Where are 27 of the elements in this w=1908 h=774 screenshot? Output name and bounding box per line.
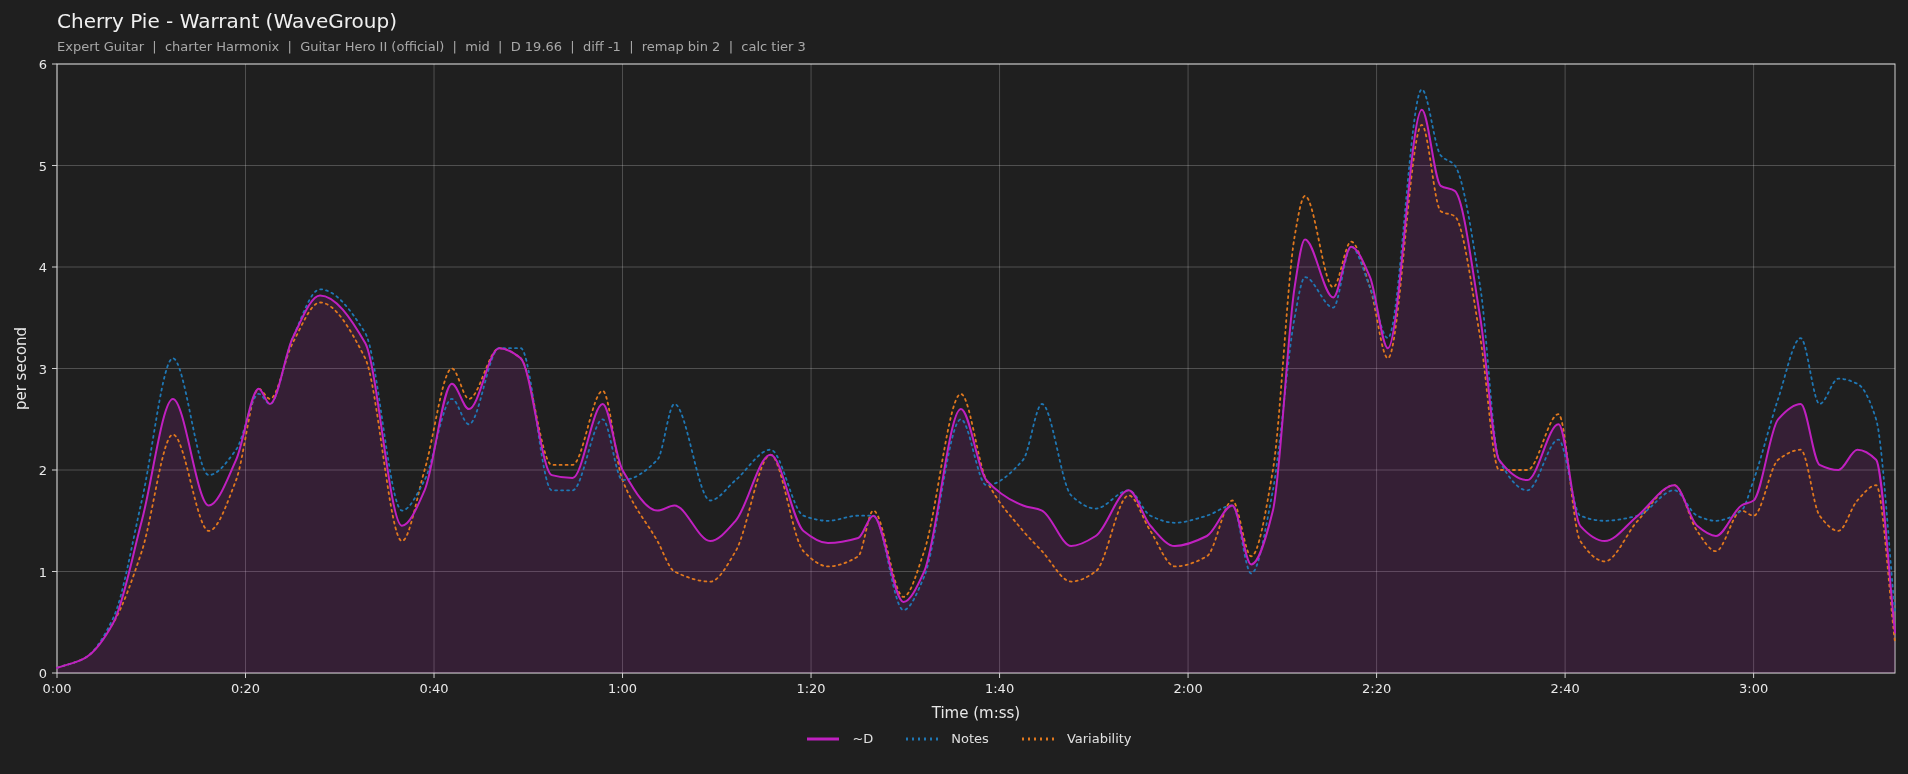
legend-label: ~D	[852, 730, 874, 748]
tick-label: 1:40	[984, 681, 1015, 696]
legend-line-icon	[905, 736, 940, 741]
tick-label: 4	[38, 260, 47, 275]
tick-label: 2:40	[1550, 681, 1580, 696]
tick-label: 0:00	[42, 681, 72, 696]
tick-label: 0	[38, 666, 47, 681]
tick-label: 0:20	[230, 681, 261, 696]
axis-title: Time (m:ss)	[931, 704, 1021, 722]
tick-label: 1	[38, 564, 47, 580]
tick-label: 2	[38, 463, 47, 478]
tick-label: 2:00	[1173, 681, 1203, 696]
legend-label: Variability	[1066, 730, 1132, 748]
tick-label: 3	[38, 361, 47, 377]
tick-label: 1:20	[796, 681, 826, 696]
tick-label: 6	[38, 57, 47, 72]
chart-subtitle: Expert Guitar | charter Harmonix | Guitar Hero II (official) | mid | D 19.66 | diff -1 | remap bin 2 | calc tier 3	[57, 39, 806, 55]
legend-line-icon	[1020, 736, 1055, 741]
tick-label: 3:00	[1739, 681, 1769, 696]
axis-title: per second	[12, 326, 30, 411]
chart-title: Cherry Pie - Warrant (WaveGroup)	[57, 8, 397, 34]
tick-label: 5	[38, 158, 47, 174]
legend-line-icon	[806, 736, 841, 741]
tick-label: 2:20	[1362, 681, 1392, 696]
tick-label: 0:40	[419, 681, 449, 696]
legend-label: Notes	[951, 730, 989, 748]
tick-label: 1:00	[607, 681, 638, 696]
